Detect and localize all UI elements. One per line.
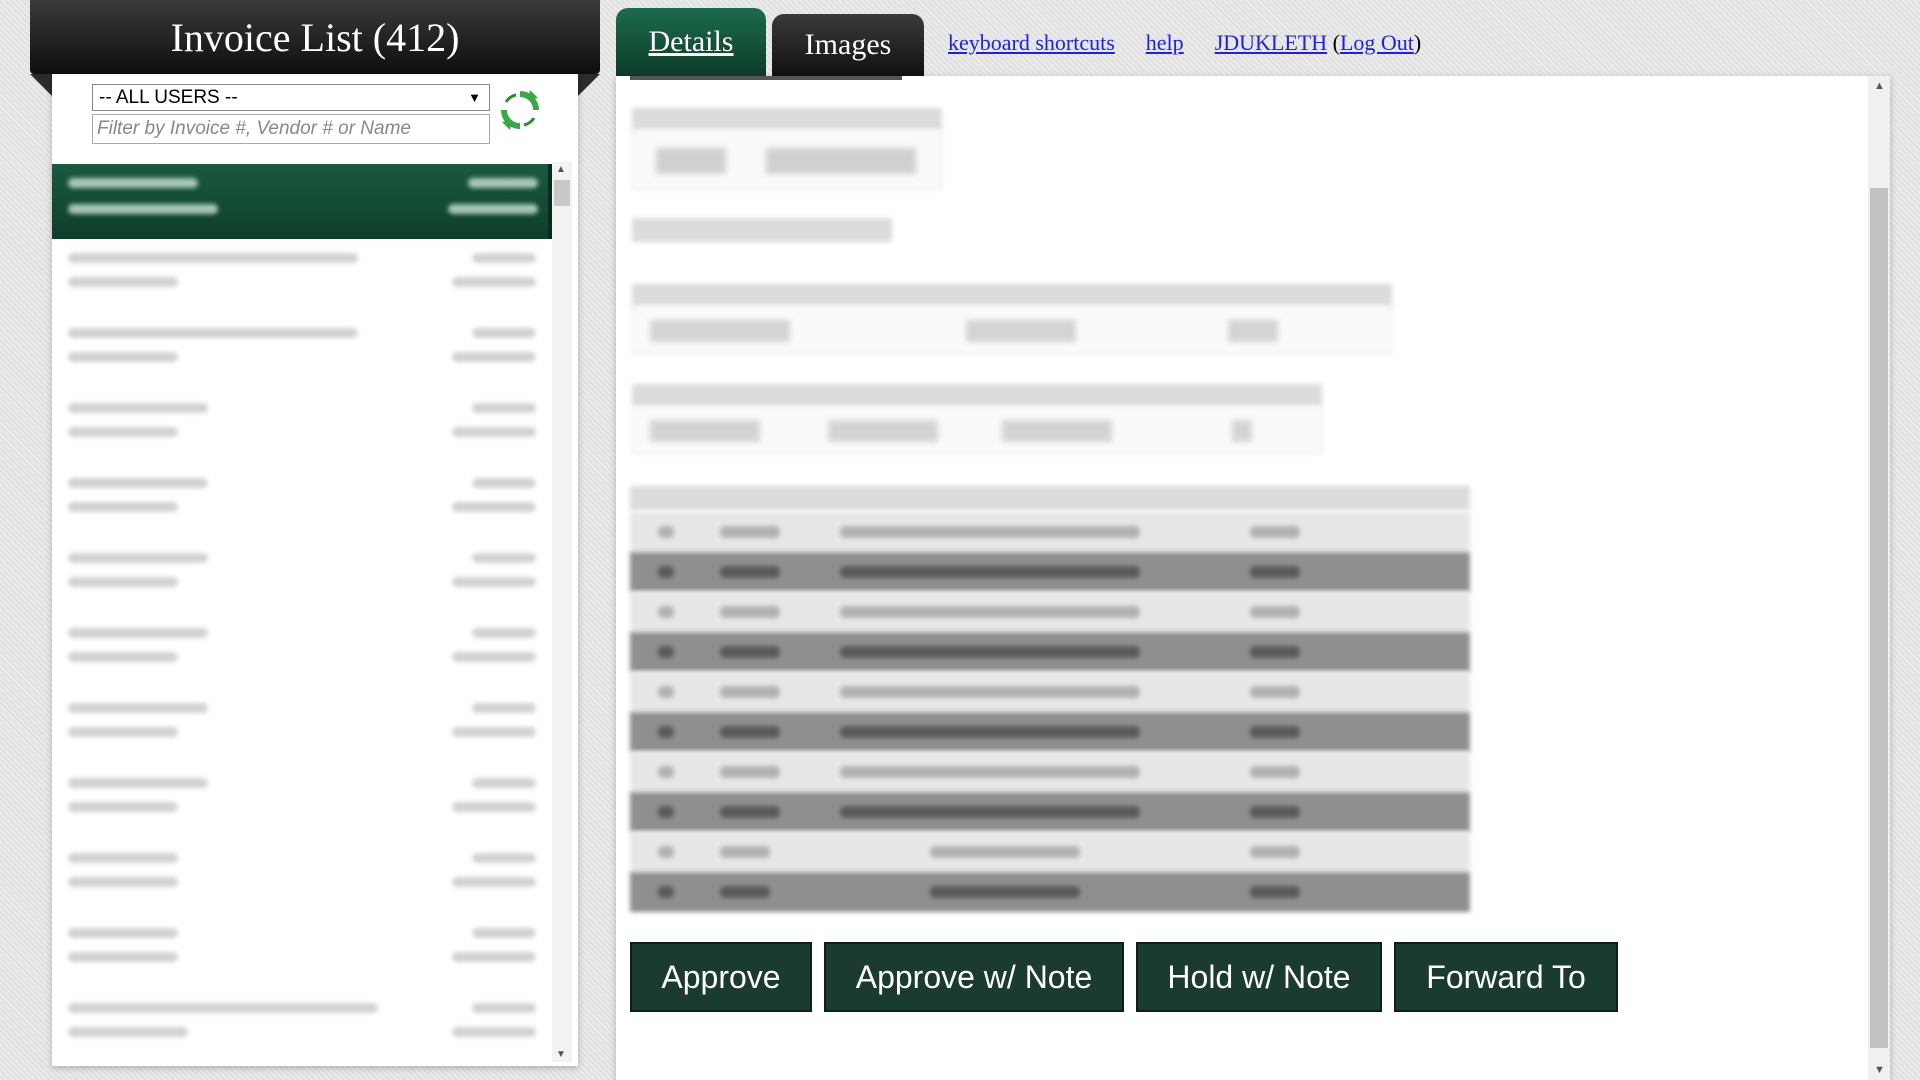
list-item[interactable] [52, 314, 552, 389]
paren-close: ) [1413, 30, 1422, 55]
paren-open: ( [1332, 30, 1340, 55]
help-link[interactable]: help [1146, 30, 1184, 55]
approve-button[interactable]: Approve [630, 942, 812, 1012]
table-row [630, 632, 1470, 672]
tab-images[interactable]: Images [772, 14, 924, 76]
table-row [630, 872, 1470, 912]
discount-amount [1228, 320, 1278, 342]
table-row [630, 832, 1470, 872]
header-fold-right [578, 74, 600, 96]
vendor-number [656, 148, 726, 174]
table-row [630, 712, 1470, 752]
user-link[interactable]: JDUKLETH [1215, 30, 1327, 55]
dates-header [632, 384, 1322, 406]
list-item[interactable] [52, 389, 552, 464]
details-scroll-thumb[interactable] [1870, 188, 1888, 1048]
scroll-up-icon[interactable]: ▲ [1874, 80, 1885, 92]
tab-divider [630, 76, 902, 80]
list-item[interactable] [52, 614, 552, 689]
list-item[interactable] [52, 164, 552, 239]
invoice-list [52, 164, 552, 1066]
user-filter-value: -- ALL USERS -- [99, 87, 238, 108]
approve-with-note-button[interactable]: Approve w/ Note [824, 942, 1124, 1012]
details-scrollbar[interactable]: ▲ ▼ [1868, 76, 1890, 1080]
keyboard-shortcuts-link[interactable]: keyboard shortcuts [948, 30, 1115, 55]
list-scroll-thumb[interactable] [554, 180, 570, 206]
invoice-details-panel: Approve Approve w/ Note Hold w/ Note For… [616, 76, 1890, 1080]
chevron-down-icon: ▼ [468, 90, 481, 105]
list-item[interactable] [52, 464, 552, 539]
list-item[interactable] [52, 539, 552, 614]
vendor-header [632, 108, 942, 130]
invoice-list-title: Invoice List (412) [30, 0, 600, 74]
invoice-header [632, 284, 1392, 306]
scroll-down-icon[interactable]: ▼ [1874, 1064, 1885, 1076]
user-filter-select[interactable]: -- ALL USERS -- ▼ [92, 84, 490, 111]
scroll-down-icon[interactable]: ▼ [556, 1049, 566, 1060]
list-item[interactable] [52, 989, 552, 1064]
table-row [630, 552, 1470, 592]
invoice-date [650, 420, 760, 442]
logout-link[interactable]: Log Out [1340, 30, 1414, 55]
list-item[interactable] [52, 239, 552, 314]
table-row [630, 792, 1470, 832]
forward-to-button[interactable]: Forward To [1394, 942, 1618, 1012]
line-items-header [630, 486, 1470, 510]
invoice-amount [966, 320, 1076, 342]
header-fold-left [30, 74, 52, 96]
list-item[interactable] [52, 689, 552, 764]
description-label [632, 218, 892, 242]
list-item[interactable] [52, 764, 552, 839]
tab-details[interactable]: Details [616, 8, 766, 76]
vendor-name [766, 148, 916, 174]
invoice-list-panel: -- ALL USERS -- ▼ Filter by Invoice #, V… [52, 74, 578, 1066]
post-date [1002, 420, 1112, 442]
refresh-icon[interactable] [498, 88, 542, 132]
hold-with-note-button[interactable]: Hold w/ Note [1136, 942, 1382, 1012]
invoice-filter-input[interactable] [92, 114, 490, 144]
table-row [630, 752, 1470, 792]
pre-release [1232, 420, 1252, 442]
top-links: keyboard shortcuts help JDUKLETH (Log Ou… [948, 30, 1421, 56]
table-row [630, 592, 1470, 632]
invoice-number [650, 320, 790, 342]
due-date [828, 420, 938, 442]
list-scrollbar[interactable]: ▲ ▼ [552, 162, 572, 1062]
table-row [630, 672, 1470, 712]
table-row [630, 512, 1470, 552]
list-item[interactable] [52, 839, 552, 914]
scroll-up-icon[interactable]: ▲ [556, 164, 566, 175]
list-item[interactable] [52, 914, 552, 989]
